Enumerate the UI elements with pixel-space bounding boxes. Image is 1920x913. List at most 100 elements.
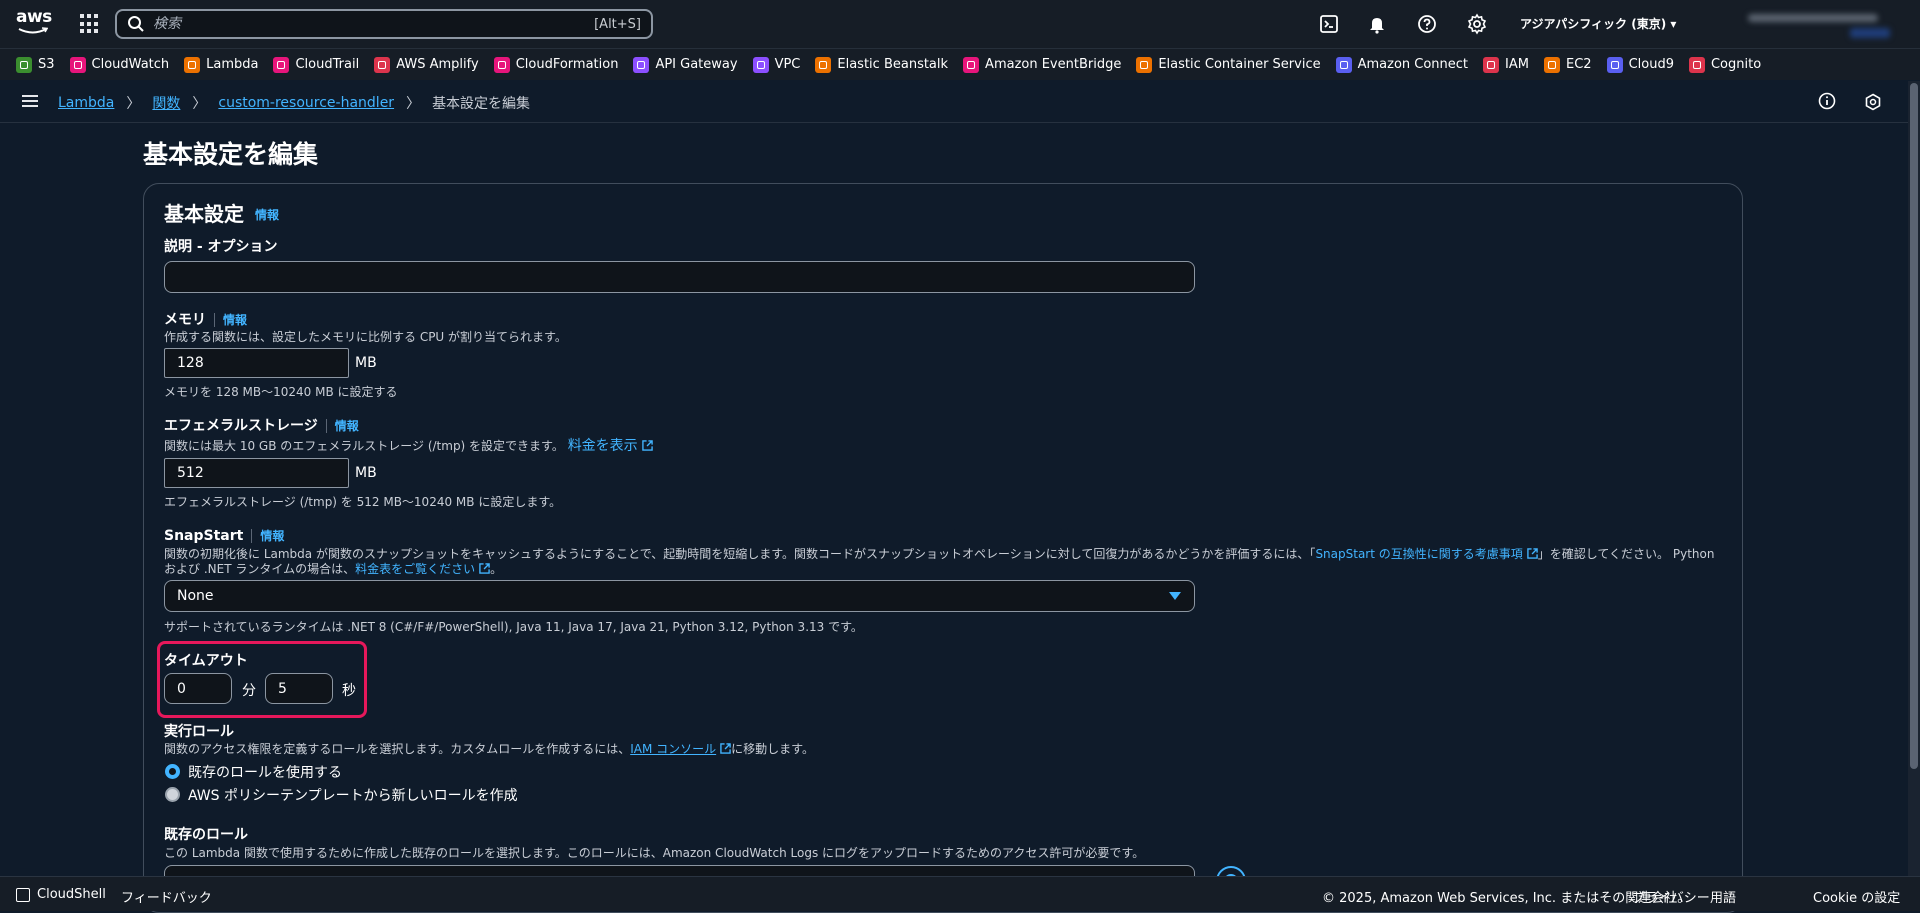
ephemeral-info-link[interactable]: 情報 [325, 419, 359, 433]
memory-input[interactable]: 128 [164, 348, 349, 378]
favorite-elastic-beanstalk[interactable]: Elastic Beanstalk [815, 56, 948, 73]
pricing-link[interactable]: 料金を表示 [568, 438, 653, 454]
favorite-cloud9[interactable]: Cloud9 [1606, 56, 1674, 73]
side-navigation-menu-icon[interactable] [22, 95, 38, 107]
timeout-seconds-input[interactable]: 5 [265, 673, 333, 704]
snapstart-desc-text-4: 。 [490, 562, 503, 576]
snapstart-info-link[interactable]: 情報 [251, 529, 285, 543]
favorite-vpc[interactable]: VPC [752, 56, 800, 73]
terms-link[interactable]: 用語 [1710, 887, 1736, 906]
aws-smile-icon [18, 27, 48, 34]
page-title: 基本設定を編集 [143, 140, 319, 169]
favorite-label: CloudWatch [91, 57, 170, 72]
services-menu-icon[interactable] [80, 14, 100, 34]
account-menu[interactable] [1740, 8, 1900, 42]
pricing-link-text: 料金を表示 [567, 438, 638, 454]
breadcrumb: Lambda 〉 関数 〉 custom-resource-handler 〉 … [58, 93, 530, 113]
favorite-cloudtrail[interactable]: CloudTrail [273, 56, 359, 73]
feedback-hexagon-icon[interactable] [1864, 93, 1882, 111]
snapstart-label: SnapStart [164, 528, 244, 544]
section-info-link[interactable]: 情報 [255, 206, 279, 223]
favorite-cloudwatch[interactable]: CloudWatch [69, 56, 170, 73]
aws-logo-text: aws [16, 7, 52, 27]
external-link-icon [479, 563, 490, 574]
favorite-cloudformation[interactable]: CloudFormation [493, 56, 618, 73]
favorite-amazon-connect[interactable]: Amazon Connect [1335, 56, 1468, 73]
service-icon [69, 56, 86, 73]
cloudshell-icon[interactable] [1318, 13, 1340, 35]
service-icon [1688, 56, 1705, 73]
snapstart-compat-link[interactable]: SnapStart の互換性に関する考慮事項 [1315, 547, 1538, 561]
favorite-ec2[interactable]: EC2 [1544, 56, 1592, 73]
external-link-icon [1526, 548, 1538, 559]
region-selector[interactable]: アジアパシフィック (東京) ▾ [1520, 15, 1676, 32]
ephemeral-header: エフェメラルストレージ 情報 [164, 415, 359, 435]
favorite-label: Lambda [206, 57, 259, 72]
snapstart-select[interactable]: None [164, 580, 1195, 612]
timeout-minutes-input[interactable]: 0 [164, 673, 232, 704]
favorite-iam[interactable]: IAM [1483, 56, 1529, 73]
service-icon [963, 56, 980, 73]
caret-down-icon [1169, 592, 1181, 600]
service-icon [493, 56, 510, 73]
ephemeral-hint: エフェメラルストレージ (/tmp) を 512 MB〜10240 MB に設定… [164, 495, 562, 509]
favorite-label: Elastic Container Service [1158, 57, 1321, 72]
favorite-api-gateway[interactable]: API Gateway [633, 56, 738, 73]
snapstart-desc-text-1: 関数の初期化後に Lambda が関数のスナップショットをキャッシュするようにす… [164, 547, 1316, 561]
favorite-elastic-container-service[interactable]: Elastic Container Service [1136, 56, 1321, 73]
cloudshell-button[interactable]: CloudShell [16, 887, 106, 902]
iam-console-link-text: IAM コンソール [630, 742, 717, 756]
notifications-bell-icon[interactable] [1366, 13, 1388, 35]
snapstart-selected-value: None [177, 588, 214, 604]
page-scrollbar[interactable] [1908, 81, 1920, 876]
favorite-amazon-eventbridge[interactable]: Amazon EventBridge [963, 56, 1122, 73]
breadcrumb-lambda[interactable]: Lambda [58, 95, 114, 111]
snapstart-desc-text-2: 」を確認してください。 Python [1537, 547, 1715, 561]
description-input[interactable] [164, 261, 1195, 293]
memory-info-link[interactable]: 情報 [214, 313, 248, 327]
favorite-lambda[interactable]: Lambda [184, 56, 259, 73]
radio-new-role-label[interactable]: AWS ポリシーテンプレートから新しいロールを作成 [188, 785, 518, 805]
privacy-link[interactable]: プライバシー [1632, 887, 1710, 906]
footer-bar: CloudShell フィードバック © 2025, Amazon Web Se… [0, 876, 1920, 911]
breadcrumb-function-name[interactable]: custom-resource-handler [218, 95, 394, 111]
favorite-label: S3 [38, 57, 55, 72]
existing-role-description: この Lambda 関数で使用するために作成した既存のロールを選択します。このロ… [164, 846, 1145, 860]
cloudshell-label: CloudShell [37, 887, 106, 902]
favorite-cognito[interactable]: Cognito [1688, 56, 1761, 73]
pricing-table-link[interactable]: 料金表をご覧ください [355, 562, 490, 576]
description-label: 説明 - オプション [164, 239, 278, 255]
service-icon [374, 56, 391, 73]
ephemeral-unit: MB [355, 465, 377, 481]
aws-logo[interactable]: aws [16, 7, 52, 38]
snapstart-hint: サポートされているランタイムは .NET 8 (C#/F#/PowerShell… [164, 620, 863, 634]
radio-existing-role[interactable] [165, 764, 180, 779]
service-icon [16, 56, 32, 73]
radio-existing-role-label[interactable]: 既存のロールを使用する [188, 762, 342, 782]
iam-console-link[interactable]: IAM コンソール [630, 742, 731, 756]
cloudshell-icon [16, 887, 30, 902]
search-input[interactable] [145, 15, 595, 33]
service-icon [633, 56, 650, 73]
chevron-right-icon: 〉 [406, 96, 421, 112]
basic-settings-panel: 基本設定 情報 説明 - オプション メモリ 情報 作成する関数には、設定したメモ… [143, 183, 1743, 913]
external-link-icon [641, 440, 653, 451]
info-panel-icon[interactable] [1818, 92, 1836, 110]
favorite-aws-amplify[interactable]: AWS Amplify [374, 56, 479, 73]
cookie-settings-link[interactable]: Cookie の設定 [1813, 887, 1900, 906]
favorite-label: EC2 [1566, 57, 1592, 72]
radio-new-role-from-template[interactable] [165, 787, 180, 802]
settings-gear-icon[interactable] [1466, 13, 1488, 35]
ephemeral-input[interactable]: 512 [164, 458, 349, 488]
service-icon [1136, 56, 1153, 73]
memory-hint: メモリを 128 MB〜10240 MB に設定する [164, 385, 398, 399]
feedback-link[interactable]: フィードバック [121, 887, 212, 906]
help-icon[interactable] [1416, 13, 1438, 35]
favorite-label: Amazon EventBridge [985, 57, 1122, 72]
service-icon [1483, 56, 1500, 73]
service-icon [1544, 56, 1560, 73]
service-icon [815, 56, 832, 73]
breadcrumb-functions[interactable]: 関数 [152, 93, 180, 113]
existing-role-label: 既存のロール [164, 827, 248, 843]
favorite-s3[interactable]: S3 [16, 56, 55, 73]
